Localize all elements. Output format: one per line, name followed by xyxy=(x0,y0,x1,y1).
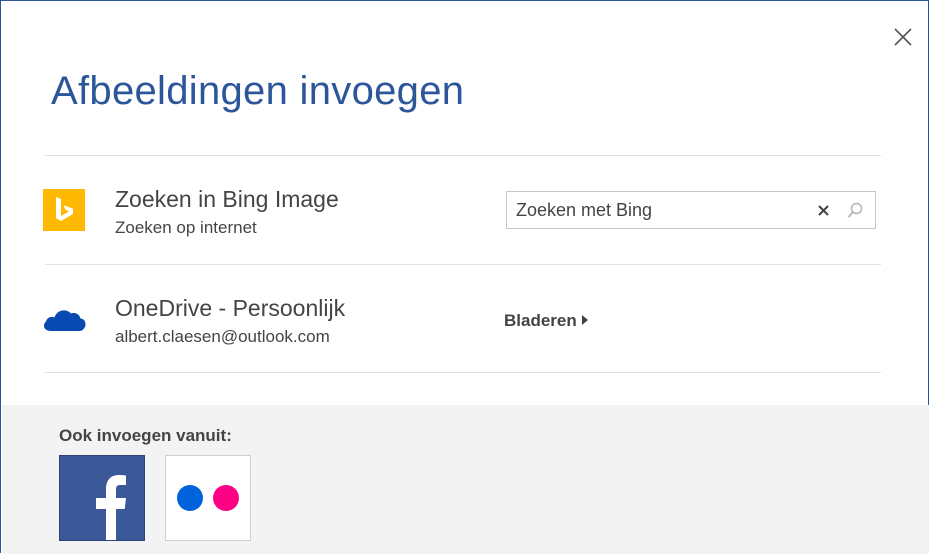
onedrive-source-title[interactable]: OneDrive - Persoonlijk xyxy=(115,295,345,322)
bing-source-title[interactable]: Zoeken in Bing Image xyxy=(115,186,339,213)
insert-pictures-dialog: Afbeeldingen invoegen Zoeken in Bing Ima… xyxy=(0,0,929,554)
bing-source-subtitle: Zoeken op internet xyxy=(115,218,257,237)
flickr-icon xyxy=(177,485,239,511)
flickr-source-button[interactable] xyxy=(165,455,251,541)
search-input-text: Zoeken met Bing xyxy=(516,200,653,220)
dialog-title: Afbeeldingen invoegen xyxy=(51,69,465,113)
browse-button[interactable]: Bladeren xyxy=(504,311,588,331)
facebook-source-button[interactable] xyxy=(59,455,145,541)
also-insert-from-panel: Ook invoegen vanuit: xyxy=(2,405,929,554)
onedrive-cloud-icon xyxy=(41,304,87,339)
clear-icon[interactable] xyxy=(814,200,834,220)
search-icon[interactable] xyxy=(845,201,865,221)
facebook-icon xyxy=(96,475,126,540)
browse-label: Bladeren xyxy=(504,311,577,330)
chevron-right-icon xyxy=(581,315,588,325)
also-insert-label: Ook invoegen vanuit: xyxy=(59,426,232,445)
divider xyxy=(45,264,881,265)
bing-search-input[interactable]: Zoeken met Bing xyxy=(506,191,876,229)
divider xyxy=(45,155,881,156)
onedrive-account-email: albert.claesen@outlook.com xyxy=(115,327,330,346)
close-icon xyxy=(894,28,912,46)
divider xyxy=(45,372,881,373)
close-button[interactable] xyxy=(891,25,915,49)
bing-icon xyxy=(43,189,85,236)
